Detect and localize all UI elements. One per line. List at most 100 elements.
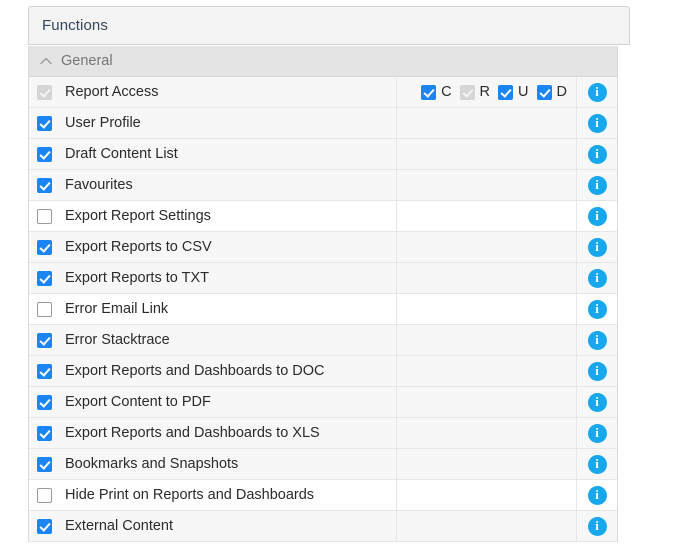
functions-permission-table: General Report Access C R U Di User Profile i D… <box>28 46 618 542</box>
table-row[interactable]: External Content i <box>29 511 617 542</box>
functions-panel-header: Functions <box>28 6 630 45</box>
table-row[interactable]: Export Reports and Dashboards to DOC i <box>29 356 617 387</box>
table-row[interactable]: Export Reports to CSV i <box>29 232 617 263</box>
permission-crud-cell <box>397 480 577 510</box>
permission-checkbox[interactable] <box>37 394 52 410</box>
crud-checkbox[interactable] <box>498 84 514 100</box>
info-icon[interactable]: i <box>587 361 607 381</box>
info-icon[interactable]: i <box>587 113 607 133</box>
group-header-general[interactable]: General <box>29 46 617 77</box>
table-row[interactable]: Report Access C R U Di <box>29 77 617 108</box>
permission-crud-cell <box>397 170 577 200</box>
permission-info-cell: i <box>577 418 617 448</box>
permission-crud-cell <box>397 356 577 386</box>
info-icon-glyph: i <box>595 487 599 502</box>
info-icon[interactable]: i <box>587 392 607 412</box>
table-row[interactable]: Error Email Link i <box>29 294 617 325</box>
info-icon[interactable]: i <box>587 454 607 474</box>
permission-info-cell: i <box>577 263 617 293</box>
permission-info-cell: i <box>577 232 617 262</box>
group-title-label: General <box>61 53 113 69</box>
table-row[interactable]: Error Stacktrace i <box>29 325 617 356</box>
permission-info-cell: i <box>577 356 617 386</box>
permission-info-cell: i <box>577 170 617 200</box>
info-icon[interactable]: i <box>587 330 607 350</box>
permission-checkbox[interactable] <box>37 270 52 286</box>
crud-letter-label: D <box>556 84 567 100</box>
permission-checkbox <box>37 84 52 100</box>
permission-label: External Content <box>65 518 174 534</box>
permission-checkbox[interactable] <box>37 177 52 193</box>
crud-checkbox[interactable] <box>421 84 437 100</box>
table-row[interactable]: User Profile i <box>29 108 617 139</box>
crud-item: D <box>536 84 567 100</box>
permission-checkbox[interactable] <box>37 146 52 162</box>
permission-crud-cell <box>397 418 577 448</box>
info-icon-glyph: i <box>595 456 599 471</box>
permission-label: Export Reports and Dashboards to DOC <box>65 363 325 379</box>
crud-checkbox[interactable] <box>536 84 552 100</box>
info-icon[interactable]: i <box>587 485 607 505</box>
info-icon[interactable]: i <box>587 516 607 536</box>
permission-crud-cell <box>397 325 577 355</box>
table-row[interactable]: Export Reports and Dashboards to XLS i <box>29 418 617 449</box>
info-icon[interactable]: i <box>587 237 607 257</box>
permission-info-cell: i <box>577 449 617 479</box>
permission-name-cell: Export Reports and Dashboards to DOC <box>29 356 397 386</box>
permission-checkbox[interactable] <box>37 456 52 472</box>
permission-info-cell: i <box>577 325 617 355</box>
info-icon[interactable]: i <box>587 206 607 226</box>
permission-checkbox[interactable] <box>37 487 52 503</box>
chevron-up-icon[interactable] <box>37 52 55 70</box>
permission-label: Export Report Settings <box>65 208 211 224</box>
table-row[interactable]: Export Report Settings i <box>29 201 617 232</box>
info-icon-glyph: i <box>595 115 599 130</box>
info-icon[interactable]: i <box>587 144 607 164</box>
permission-crud-cell <box>397 139 577 169</box>
permission-checkbox[interactable] <box>37 239 52 255</box>
permission-crud-cell <box>397 108 577 138</box>
crud-checkbox <box>459 84 475 100</box>
table-row[interactable]: Hide Print on Reports and Dashboards i <box>29 480 617 511</box>
info-icon[interactable]: i <box>587 268 607 288</box>
table-row[interactable]: Draft Content List i <box>29 139 617 170</box>
table-row[interactable]: Favourites i <box>29 170 617 201</box>
info-icon[interactable]: i <box>587 299 607 319</box>
info-icon[interactable]: i <box>587 175 607 195</box>
permission-info-cell: i <box>577 108 617 138</box>
permission-name-cell: Error Email Link <box>29 294 397 324</box>
permission-crud-cell <box>397 294 577 324</box>
permission-info-cell: i <box>577 77 617 107</box>
info-icon-glyph: i <box>595 208 599 223</box>
permission-checkbox[interactable] <box>37 425 52 441</box>
crud-letter-label: R <box>479 84 491 100</box>
permission-label: Error Email Link <box>65 301 169 317</box>
permission-checkbox[interactable] <box>37 332 52 348</box>
permission-crud-cell <box>397 387 577 417</box>
permission-checkbox[interactable] <box>37 301 52 317</box>
permission-crud-cell <box>397 201 577 231</box>
permission-crud-cell <box>397 263 577 293</box>
table-row[interactable]: Export Reports to TXT i <box>29 263 617 294</box>
crud-item: U <box>498 84 529 100</box>
permission-label: Report Access <box>65 84 159 100</box>
info-icon[interactable]: i <box>587 423 607 443</box>
permission-name-cell: Export Report Settings <box>29 201 397 231</box>
info-icon-glyph: i <box>595 146 599 161</box>
permission-checkbox[interactable] <box>37 208 52 224</box>
permission-name-cell: Export Content to PDF <box>29 387 397 417</box>
permission-name-cell: External Content <box>29 511 397 541</box>
table-row[interactable]: Export Content to PDF i <box>29 387 617 418</box>
info-icon[interactable]: i <box>587 82 607 102</box>
functions-permissions-screen: Functions General Report Access C R U Di User… <box>0 0 682 546</box>
permission-checkbox[interactable] <box>37 518 52 534</box>
info-icon-glyph: i <box>595 301 599 316</box>
permission-checkbox[interactable] <box>37 115 52 131</box>
permission-info-cell: i <box>577 387 617 417</box>
crud-item: C <box>421 84 452 100</box>
permission-label: Draft Content List <box>65 146 178 162</box>
permission-name-cell: Bookmarks and Snapshots <box>29 449 397 479</box>
permission-checkbox[interactable] <box>37 363 52 379</box>
info-icon-glyph: i <box>595 239 599 254</box>
table-row[interactable]: Bookmarks and Snapshots i <box>29 449 617 480</box>
